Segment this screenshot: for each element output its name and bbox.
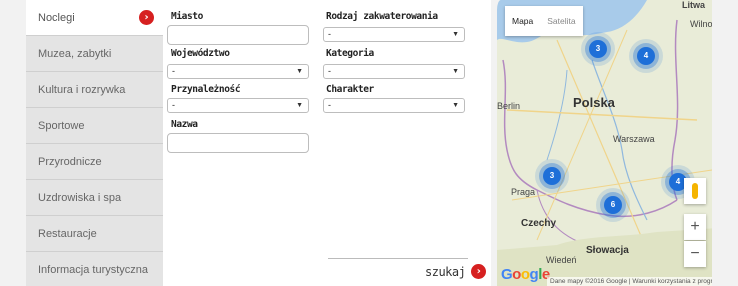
sidebar-item-kultura[interactable]: Kultura i rozrywka	[26, 72, 163, 108]
miasto-label: Miasto	[171, 11, 203, 22]
nazwa-label: Nazwa	[171, 119, 198, 130]
kategoria-value: -	[328, 66, 331, 76]
sidebar-item-przyrodnicze[interactable]: Przyrodnicze	[26, 144, 163, 180]
map-label-wieden: Wiedeń	[546, 255, 577, 265]
caret-down-icon: ▼	[452, 68, 459, 75]
wojewodztwo-select[interactable]: - ▼	[167, 64, 309, 79]
map-label-czechy: Czechy	[521, 218, 557, 229]
caret-down-icon: ▼	[296, 68, 303, 75]
sidebar-item-label: Przyrodnicze	[38, 155, 102, 168]
map-label-berlin: Berlin	[497, 101, 521, 111]
sidebar-item-restauracje[interactable]: Restauracje	[26, 216, 163, 252]
sidebar-item-label: Informacja turystyczna	[38, 264, 149, 276]
charakter-value: -	[328, 100, 331, 110]
zoom-out-button[interactable]: −	[684, 241, 706, 267]
map-view[interactable]: Mapa Satelita Litwa Wilno Berlin Polska …	[491, 0, 712, 286]
map-cluster-marker[interactable]: 4	[637, 47, 655, 65]
sidebar-item-muzea[interactable]: Muzea, zabytki	[26, 36, 163, 72]
przynaleznosc-value: -	[172, 100, 175, 110]
google-logo: Google	[501, 266, 550, 283]
map-type-satellite[interactable]: Satelita	[540, 16, 582, 26]
miasto-input[interactable]	[167, 25, 309, 45]
charakter-label: Charakter	[326, 84, 374, 95]
sidebar-item-noclegi[interactable]: Noclegi ›	[26, 0, 163, 36]
caret-down-icon: ▼	[452, 102, 459, 109]
kategoria-select[interactable]: - ▼	[323, 64, 465, 79]
sidebar-item-label: Kultura i rozrywka	[38, 83, 126, 96]
caret-down-icon: ▼	[452, 31, 459, 38]
map-label-polska: Polska	[573, 95, 615, 110]
map-type-control: Mapa Satelita	[505, 6, 583, 36]
sidebar-item-label: Muzea, zabytki	[38, 47, 112, 60]
map-attribution[interactable]: Dane mapy ©2016 Google | Warunki korzyst…	[547, 277, 712, 286]
street-view-pegman-icon[interactable]	[684, 178, 706, 204]
charakter-select[interactable]: - ▼	[323, 98, 465, 113]
search-button-label: szukaj	[425, 264, 466, 279]
caret-down-icon: ▼	[296, 102, 303, 109]
map-label-slowacja: Słowacja	[586, 245, 629, 256]
chevron-right-icon: ›	[471, 264, 487, 279]
map-label-litwa: Litwa	[682, 0, 706, 10]
sidebar-item-label: Noclegi	[38, 11, 75, 24]
przynaleznosc-label: Przynależność	[171, 84, 241, 95]
map-type-map[interactable]: Mapa	[505, 16, 540, 26]
category-sidebar: Noclegi › Muzea, zabytki Kultura i rozry…	[26, 0, 163, 286]
rodzaj-select[interactable]: - ▼	[323, 27, 465, 42]
form-divider	[328, 258, 468, 259]
map-label-wilno: Wilno	[690, 19, 712, 29]
sidebar-item-label: Restauracje	[38, 227, 97, 240]
wojewodztwo-value: -	[172, 66, 175, 76]
wojewodztwo-label: Województwo	[171, 48, 230, 59]
kategoria-label: Kategoria	[326, 48, 374, 59]
sidebar-item-uzdrowiska[interactable]: Uzdrowiska i spa	[26, 180, 163, 216]
map-label-praga: Praga	[511, 187, 536, 197]
sidebar-item-label: Uzdrowiska i spa	[38, 191, 122, 204]
sidebar-item-informacja[interactable]: Informacja turystyczna	[26, 252, 163, 286]
nazwa-input[interactable]	[167, 133, 309, 153]
map-label-warszawa: Warszawa	[613, 134, 655, 144]
rodzaj-value: -	[328, 29, 331, 39]
przynaleznosc-select[interactable]: - ▼	[167, 98, 309, 113]
rodzaj-label: Rodzaj zakwaterowania	[326, 11, 438, 22]
zoom-in-button[interactable]: +	[684, 214, 706, 240]
search-button[interactable]: szukaj ›	[425, 264, 487, 279]
app-frame: Noclegi › Muzea, zabytki Kultura i rozry…	[26, 0, 712, 286]
map-cluster-marker[interactable]: 3	[589, 40, 607, 58]
sidebar-item-label: Sportowe	[38, 119, 85, 132]
sidebar-item-sportowe[interactable]: Sportowe	[26, 108, 163, 144]
search-form: Miasto Rodzaj zakwaterowania - ▼ Wojewód…	[163, 0, 491, 286]
chevron-right-icon: ›	[139, 10, 154, 25]
map-cluster-marker[interactable]: 3	[543, 167, 561, 185]
map-cluster-marker[interactable]: 6	[604, 196, 622, 214]
